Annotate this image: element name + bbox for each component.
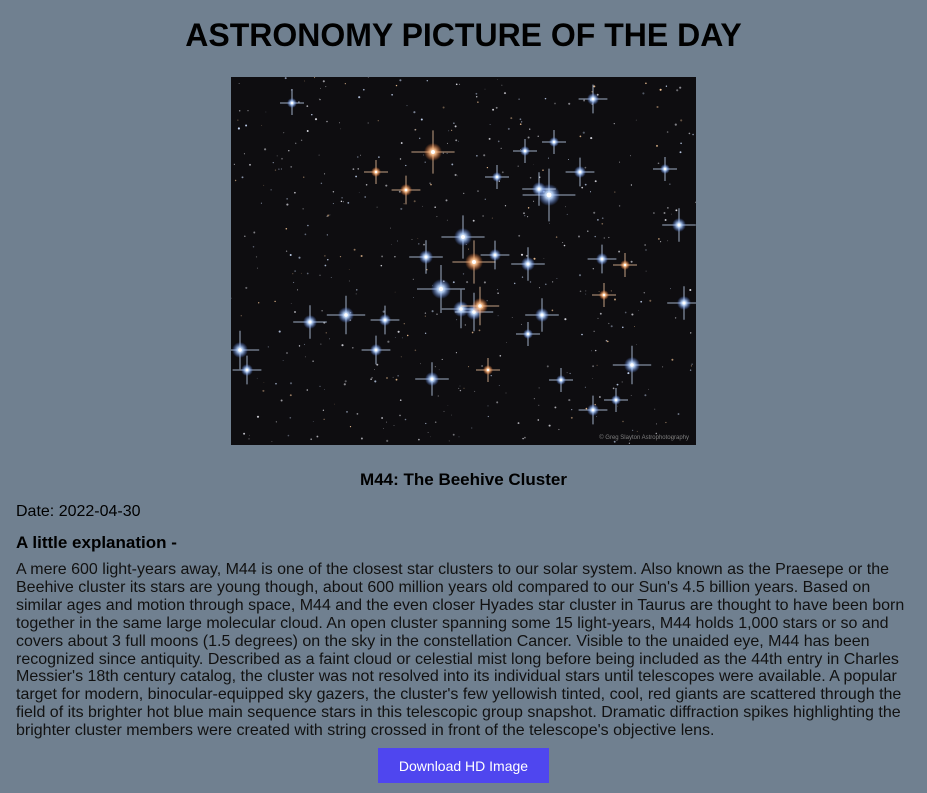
explanation-heading: A little explanation - xyxy=(16,533,177,552)
image-title: M44: The Beehive Cluster xyxy=(360,470,567,489)
page-title: ASTRONOMY PICTURE OF THE DAY xyxy=(185,17,742,53)
download-hd-button[interactable]: Download HD Image xyxy=(378,748,549,783)
image-credit: © Greg Slayton Astrophotography xyxy=(599,434,689,441)
explanation-text: A mere 600 light-years away, M44 is one … xyxy=(16,561,905,740)
star-cluster-photo: © Greg Slayton Astrophotography xyxy=(231,77,696,445)
date-line: Date: 2022-04-30 xyxy=(16,503,141,520)
apod-image: © Greg Slayton Astrophotography xyxy=(231,77,696,445)
